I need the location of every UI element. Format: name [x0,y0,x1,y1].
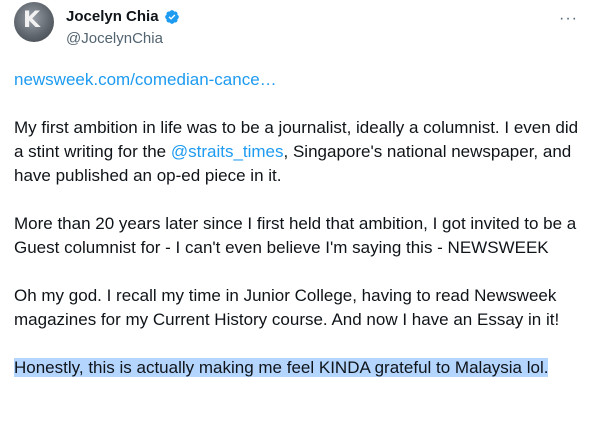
tweet-text: newsweek.com/comedian-cance… My first am… [14,68,586,380]
avatar-glyph: K [23,8,41,33]
tweet-paragraph-1: My first ambition in life was to be a jo… [14,116,586,188]
mention-link[interactable]: @straits_times [171,142,284,161]
more-options-icon[interactable]: ··· [559,10,578,28]
author-handle[interactable]: @JocelynChia [66,30,163,47]
tweet-card: K Jocelyn Chia @JocelynChia ··· newsweek… [0,0,600,424]
verified-badge-icon [164,9,179,24]
tweet-link-paragraph: newsweek.com/comedian-cance… [14,68,586,92]
selected-text-highlight: Honestly, this is actually making me fee… [14,358,549,377]
author-name-row[interactable]: Jocelyn Chia [66,8,180,25]
article-link[interactable]: newsweek.com/comedian-cance… [14,70,277,89]
tweet-paragraph-4: Honestly, this is actually making me fee… [14,356,586,380]
tweet-paragraph-3: Oh my god. I recall my time in Junior Co… [14,286,560,329]
tweet-paragraph-2: More than 20 years later since I first h… [14,214,577,257]
avatar[interactable]: K [14,2,54,42]
author-display-name[interactable]: Jocelyn Chia [66,8,159,25]
